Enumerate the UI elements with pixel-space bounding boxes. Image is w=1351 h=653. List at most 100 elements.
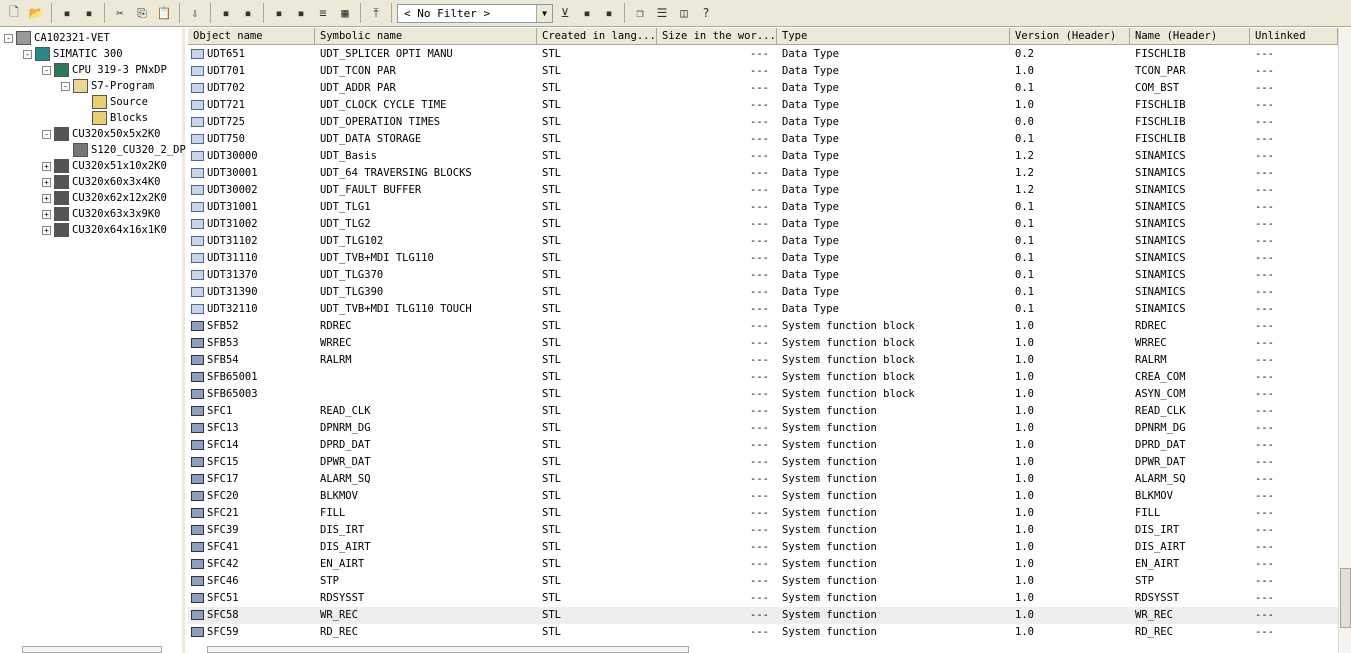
column-header-1[interactable]: Symbolic name	[315, 28, 537, 45]
collapse-icon[interactable]: -	[42, 129, 51, 139]
collapse-icon[interactable]: -	[23, 49, 32, 59]
column-header-7[interactable]: Unlinked	[1250, 28, 1338, 45]
table-row[interactable]: UDT750 UDT_DATA STORAGE STL --- Data Type 0.1…	[188, 131, 1338, 148]
table-row[interactable]: SFC15 DPWR_DAT STL --- System function 1.0 DPW…	[188, 454, 1338, 471]
cell-2: STL	[542, 352, 656, 369]
tree-node[interactable]: - CA102321-VET	[4, 30, 110, 46]
table-row[interactable]: SFC58 WR_REC STL --- System function 1.0 WR_RE…	[188, 607, 1338, 624]
column-header-0[interactable]: Object name	[188, 28, 315, 45]
memory-card-icon[interactable]: ▪	[79, 3, 99, 23]
table-row[interactable]: SFB53 WRREC STL --- System function block 1.0…	[188, 335, 1338, 352]
tree-horizontal-scrollbar[interactable]	[22, 646, 162, 653]
tree-node[interactable]: - CPU 319-3 PNxDP	[42, 62, 167, 78]
copy-icon[interactable]: ⎘	[132, 3, 152, 23]
expand-icon[interactable]: +	[42, 193, 51, 203]
table-row[interactable]: UDT30002 UDT_FAULT BUFFER STL --- Data Type 1…	[188, 182, 1338, 199]
table-row[interactable]: UDT30001 UDT_64 TRAVERSING BLOCKS STL --- Da…	[188, 165, 1338, 182]
paste-icon[interactable]: 📋	[154, 3, 174, 23]
tree-node[interactable]: + CU320x60x3x4K0	[42, 174, 161, 190]
table-row[interactable]: SFB65001 STL --- System function block 1.0 CR…	[188, 369, 1338, 386]
table-row[interactable]: SFB65003 STL --- System function block 1.0 AS…	[188, 386, 1338, 403]
table-row[interactable]: UDT32110 UDT_TVB+MDI TLG110 TOUCH STL --- Da…	[188, 301, 1338, 318]
column-header-4[interactable]: Type	[777, 28, 1010, 45]
download-icon[interactable]: ⇩	[185, 3, 205, 23]
table-row[interactable]: UDT721 UDT_CLOCK CYCLE TIME STL --- Data Typ…	[188, 97, 1338, 114]
table-row[interactable]: UDT651 UDT_SPLICER OPTI MANU STL --- Data Ty…	[188, 46, 1338, 63]
table-row[interactable]: SFB52 RDREC STL --- System function block 1.0…	[188, 318, 1338, 335]
tree-node[interactable]: + CU320x62x12x2K0	[42, 190, 167, 206]
offline-icon[interactable]: ▪	[238, 3, 258, 23]
expand-icon[interactable]: +	[42, 177, 51, 187]
expand-icon[interactable]: +	[42, 209, 51, 219]
tile-vertical-icon[interactable]: ◫	[674, 3, 694, 23]
table-row[interactable]: UDT31001 UDT_TLG1 STL --- Data Type 0.1 SINAMI…	[188, 199, 1338, 216]
table-row[interactable]: SFC51 RDSYSST STL --- System function 1.0 RDSY…	[188, 590, 1338, 607]
tree-node[interactable]: + CU320x63x3x9K0	[42, 206, 161, 222]
cell-4: Data Type	[782, 182, 1009, 199]
table-row[interactable]: UDT31102 UDT_TLG102 STL --- Data Type 0.1 SINA…	[188, 233, 1338, 250]
table-row[interactable]: SFC59 RD_REC STL --- System function 1.0 RD_RE…	[188, 624, 1338, 641]
scrollbar-thumb[interactable]	[1340, 568, 1351, 628]
table-row[interactable]: SFC14 DPRD_DAT STL --- System function 1.0 DPR…	[188, 437, 1338, 454]
tree-node[interactable]: Blocks	[80, 110, 148, 126]
tree-node[interactable]: + CU320x64x16x1K0	[42, 222, 167, 238]
table-row[interactable]: UDT702 UDT_ADDR PAR STL --- Data Type 0.1 COM_…	[188, 80, 1338, 97]
table-row[interactable]: SFC41 DIS_AIRT STL --- System function 1.0 DIS…	[188, 539, 1338, 556]
table-row[interactable]: SFC21 FILL STL --- System function 1.0 FILL ---	[188, 505, 1338, 522]
details-icon[interactable]: ▦	[335, 3, 355, 23]
simulation-icon[interactable]: ▪	[599, 3, 619, 23]
tree-node[interactable]: - SIMATIC 300	[23, 46, 123, 62]
filter-icon[interactable]: ⊻	[555, 3, 575, 23]
cell-0: SFC13	[191, 420, 312, 437]
column-header-5[interactable]: Version (Header)	[1010, 28, 1130, 45]
table-row[interactable]: UDT31110 UDT_TVB+MDI TLG110 STL --- Data Typ…	[188, 250, 1338, 267]
tree-node[interactable]: Source	[80, 94, 148, 110]
table-row[interactable]: SFC20 BLKMOV STL --- System function 1.0 BLKMO…	[188, 488, 1338, 505]
table-row[interactable]: UDT701 UDT_TCON PAR STL --- Data Type 1.0 TCON…	[188, 63, 1338, 80]
new-icon[interactable]: 🗋	[4, 3, 24, 23]
tree-node[interactable]: - CU320x50x5x2K0	[42, 126, 161, 142]
cut-icon[interactable]: ✂	[110, 3, 130, 23]
list-icon[interactable]: ≡	[313, 3, 333, 23]
collapse-icon[interactable]: -	[4, 33, 13, 43]
table-row[interactable]: SFC13 DPNRM_DG STL --- System function 1.0 DPN…	[188, 420, 1338, 437]
filter-dropdown[interactable]: < No Filter > ▼	[397, 3, 553, 23]
column-header-3[interactable]: Size in the wor...	[657, 28, 777, 45]
object-list[interactable]: Object name Symbolic name Created in lang.…	[188, 28, 1338, 653]
open-icon[interactable]: 📂	[26, 3, 46, 23]
table-row[interactable]: UDT30000 UDT_Basis STL --- Data Type 1.2 SINAM…	[188, 148, 1338, 165]
tree-node[interactable]: S120_CU320_2_DP	[61, 142, 186, 158]
column-header-2[interactable]: Created in lang...	[537, 28, 657, 45]
tile-horizontal-icon[interactable]: ☰	[652, 3, 672, 23]
small-icons-icon[interactable]: ▪	[291, 3, 311, 23]
cascade-icon[interactable]: ❐	[630, 3, 650, 23]
tree-node[interactable]: + CU320x51x10x2K0	[42, 158, 167, 174]
table-row[interactable]: UDT31002 UDT_TLG2 STL --- Data Type 0.1 SINAMI…	[188, 216, 1338, 233]
collapse-icon[interactable]: -	[42, 65, 51, 75]
up-level-icon[interactable]: ⤒	[366, 3, 386, 23]
collapse-icon[interactable]: -	[61, 81, 70, 91]
cell-4: System function	[782, 556, 1009, 573]
vertical-scrollbar[interactable]	[1338, 28, 1351, 653]
expand-icon[interactable]: +	[42, 225, 51, 235]
chevron-down-icon[interactable]: ▼	[536, 4, 552, 22]
table-row[interactable]: SFC39 DIS_IRT STL --- System function 1.0 DIS_…	[188, 522, 1338, 539]
netpro-icon[interactable]: ▪	[577, 3, 597, 23]
table-row[interactable]: SFC46 STP STL --- System function 1.0 STP ---	[188, 573, 1338, 590]
large-icons-icon[interactable]: ▪	[269, 3, 289, 23]
table-row[interactable]: SFC17 ALARM_SQ STL --- System function 1.0 ALA…	[188, 471, 1338, 488]
list-horizontal-scrollbar[interactable]	[207, 646, 689, 653]
table-row[interactable]: UDT725 UDT_OPERATION TIMES STL --- Data Type…	[188, 114, 1338, 131]
accessible-nodes-icon[interactable]: ▪	[57, 3, 77, 23]
online-icon[interactable]: ▪	[216, 3, 236, 23]
table-row[interactable]: UDT31390 UDT_TLG390 STL --- Data Type 0.1 SINA…	[188, 284, 1338, 301]
table-row[interactable]: SFB54 RALRM STL --- System function block 1.0…	[188, 352, 1338, 369]
table-row[interactable]: SFC42 EN_AIRT STL --- System function 1.0 EN_A…	[188, 556, 1338, 573]
project-tree[interactable]: - CA102321-VET - SIMATIC 300- CPU 319-3 PNxD…	[0, 28, 186, 653]
expand-icon[interactable]: +	[42, 161, 51, 171]
help-icon[interactable]: ?	[696, 3, 716, 23]
table-row[interactable]: SFC1 READ_CLK STL --- System function 1.0 READ…	[188, 403, 1338, 420]
column-header-6[interactable]: Name (Header)	[1130, 28, 1250, 45]
tree-node[interactable]: - S7-Program	[61, 78, 154, 94]
table-row[interactable]: UDT31370 UDT_TLG370 STL --- Data Type 0.1 SINA…	[188, 267, 1338, 284]
